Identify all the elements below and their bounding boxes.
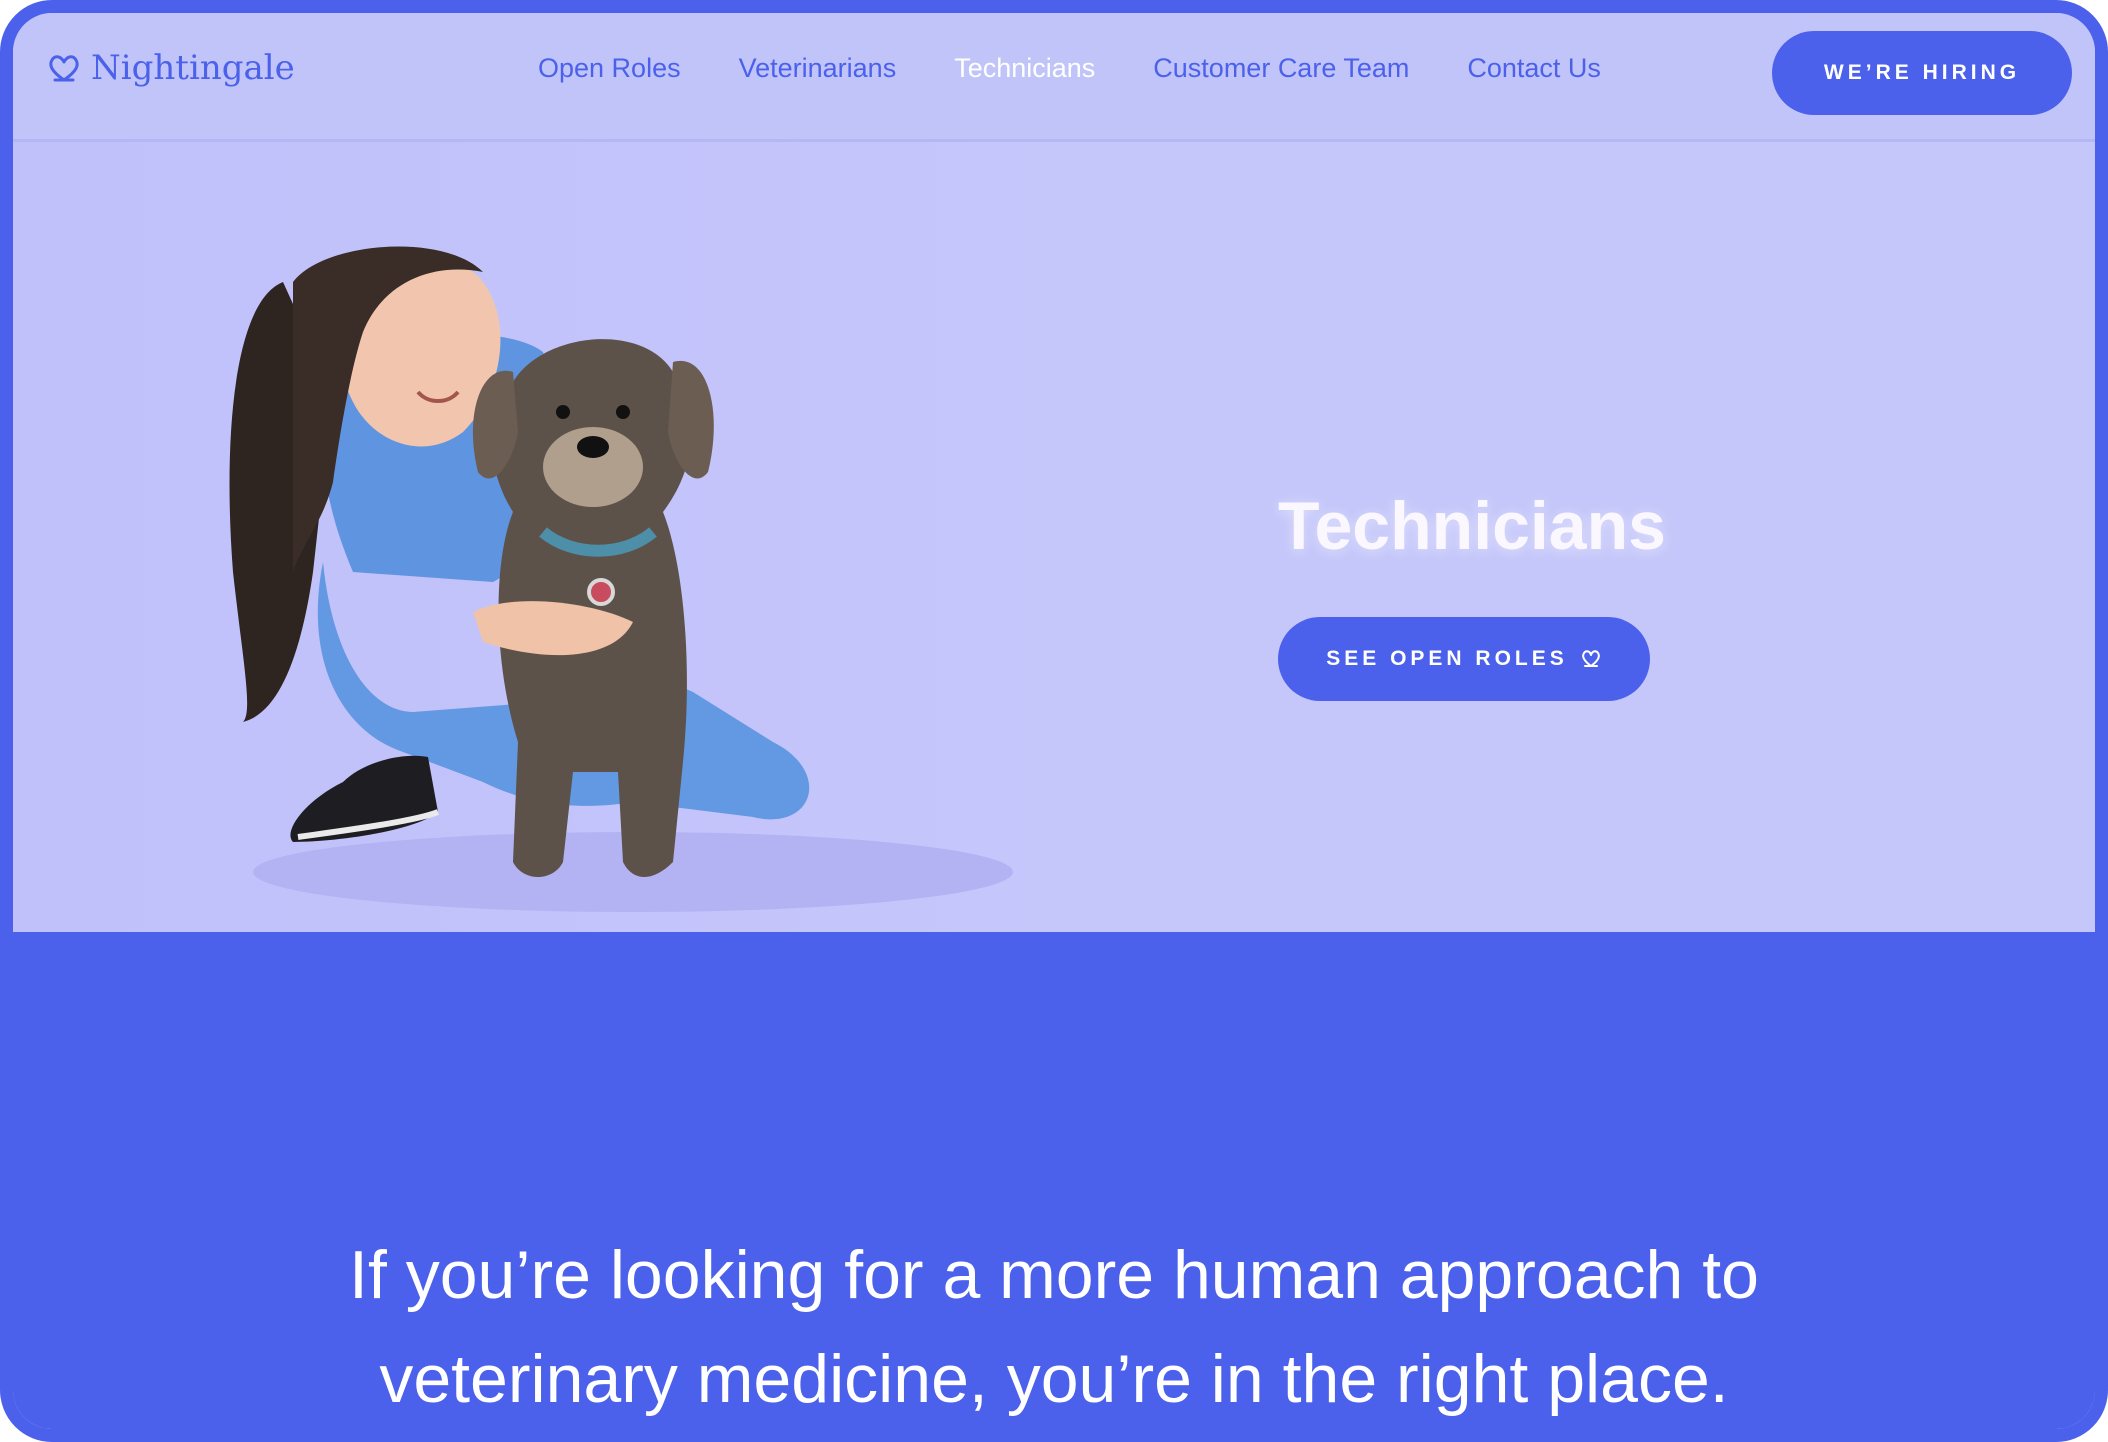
page-title: Technicians (1278, 488, 1666, 564)
heart-logo-icon (49, 55, 79, 82)
intro-tagline-line-2: veterinary medicine, you’re in the right… (379, 1341, 1729, 1417)
nav-link-customer-care-team[interactable]: Customer Care Team (1153, 53, 1409, 84)
top-navigation: Nightingale Open Roles Veterinarians Tec… (13, 13, 2095, 142)
nav-link-open-roles[interactable]: Open Roles (538, 53, 681, 84)
technician-with-dog-photo (229, 246, 1013, 912)
nav-links: Open Roles Veterinarians Technicians Cus… (538, 53, 1601, 84)
browser-frame: Nightingale Open Roles Veterinarians Tec… (0, 0, 2108, 1442)
see-open-roles-button[interactable]: SEE OPEN ROLES (1278, 617, 1650, 701)
nav-link-contact-us[interactable]: Contact Us (1467, 53, 1601, 84)
hero-section: Technicians SEE OPEN ROLES (13, 142, 2095, 932)
intro-tagline: If you’re looking for a more human appro… (13, 1223, 2095, 1429)
intro-tagline-line-1: If you’re looking for a more human appro… (349, 1237, 1759, 1313)
brand-name: Nightingale (91, 48, 295, 88)
nav-link-technicians[interactable]: Technicians (954, 53, 1095, 84)
see-open-roles-label: SEE OPEN ROLES (1326, 647, 1568, 670)
brand-logo[interactable]: Nightingale (47, 48, 295, 88)
heart-outline-icon (1581, 650, 1600, 667)
nav-link-veterinarians[interactable]: Veterinarians (739, 53, 897, 84)
were-hiring-button[interactable]: WE’RE HIRING (1772, 31, 2072, 115)
intro-section-top (13, 932, 2095, 1070)
